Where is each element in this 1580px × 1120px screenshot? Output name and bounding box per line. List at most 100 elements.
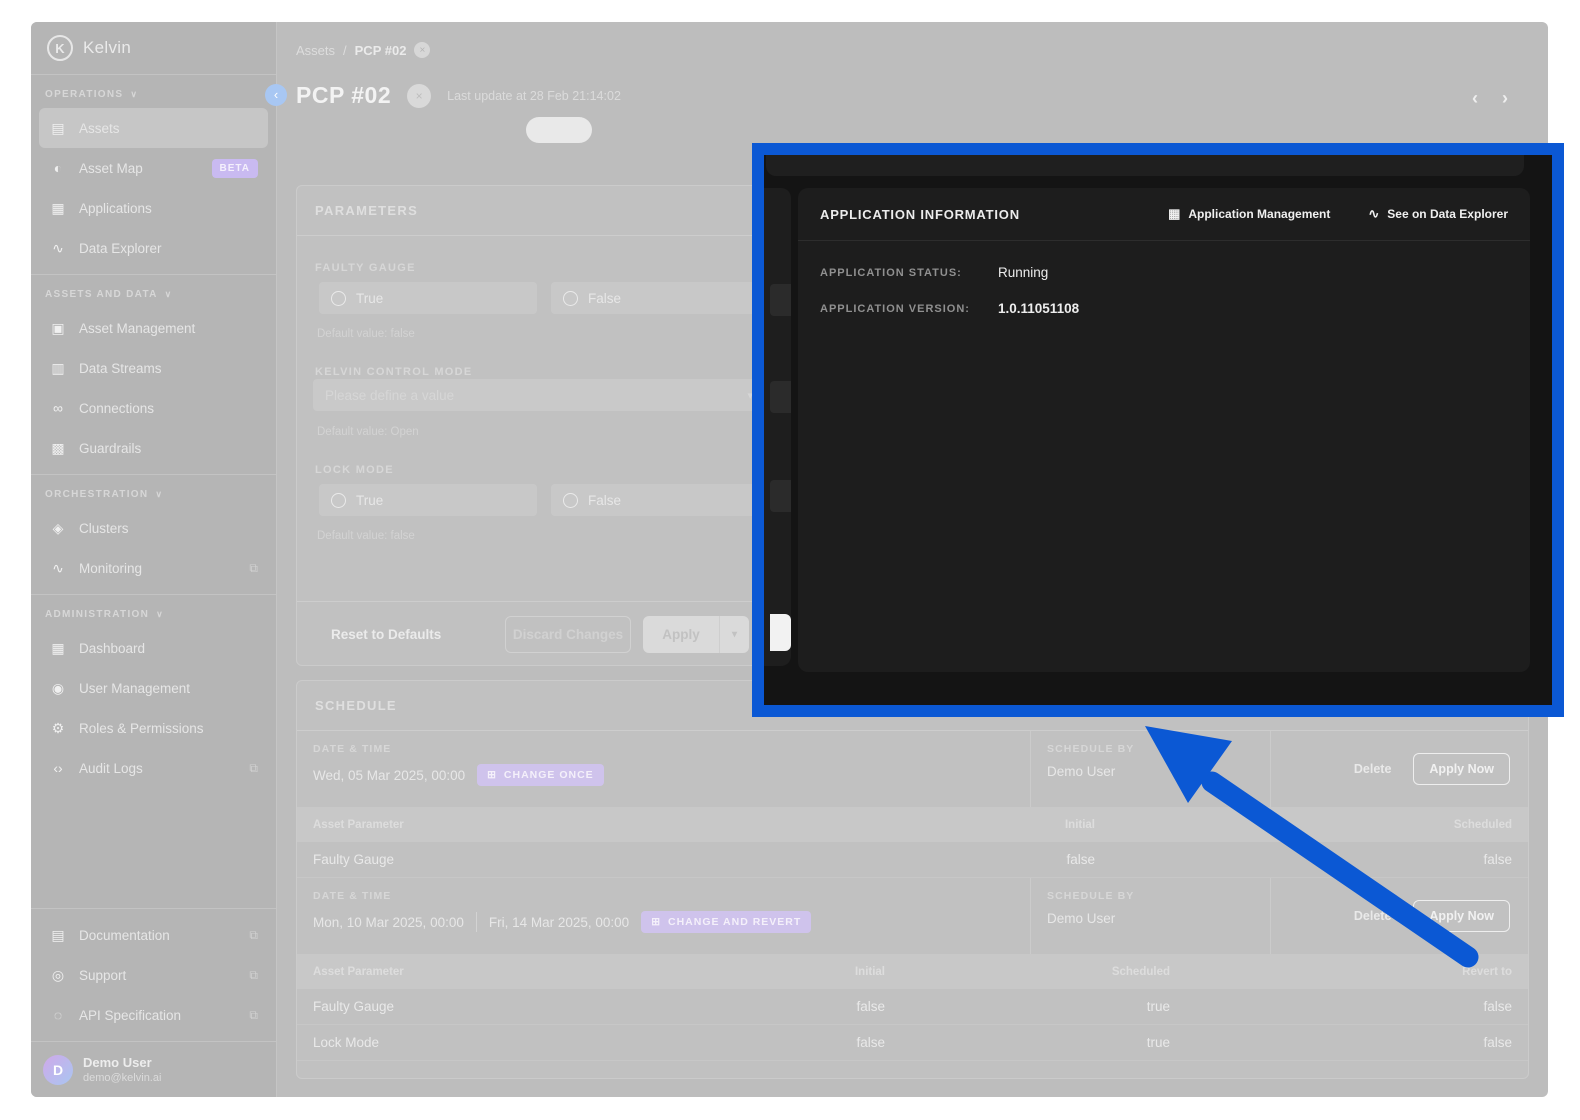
sidebar-item-support[interactable]: ◎ Support ⧉	[39, 955, 268, 995]
nav-section-assets-and-data: ASSETS AND DATA ∨ ▣ Asset Management ▥ D…	[31, 274, 276, 474]
breadcrumb-current[interactable]: PCP #02	[355, 43, 407, 58]
application-information-body: APPLICATION STATUS: Running APPLICATION …	[798, 241, 1530, 361]
column-header: Asset Parameter	[313, 966, 613, 978]
parameters-card: PARAMETERS FAULTY GAUGE True False Defau…	[296, 185, 766, 666]
sidebar-item-label: Assets	[79, 121, 120, 136]
nav-section-orchestration-header[interactable]: ORCHESTRATION ∨	[39, 479, 268, 508]
parameters-card-title: PARAMETERS	[297, 186, 765, 236]
see-on-data-explorer-link[interactable]: ∿ See on Data Explorer	[1368, 206, 1508, 222]
nav-section-operations: OPERATIONS ∨ ▤ Assets ◐ Asset Map BETA ▦…	[31, 75, 276, 274]
sidebar-item-connections[interactable]: ∞ Connections	[39, 388, 268, 428]
external-link-icon: ⧉	[249, 761, 258, 776]
discard-changes-button[interactable]: Discard Changes	[505, 616, 631, 653]
chevron-down-icon: ▾	[719, 616, 749, 653]
date-time-label: DATE & TIME	[313, 743, 1014, 755]
sidebar-item-asset-map[interactable]: ◐ Asset Map BETA	[39, 148, 268, 188]
sidebar-item-applications[interactable]: ▦ Applications	[39, 188, 268, 228]
column-header: Initial	[857, 819, 1095, 831]
next-asset-button[interactable]: ›	[1502, 88, 1508, 109]
user-profile[interactable]: D Demo User demo@kelvin.ai	[31, 1041, 276, 1097]
clipped-select-fragment	[770, 381, 791, 413]
change-and-revert-badge[interactable]: ⊞ CHANGE AND REVERT	[641, 911, 811, 933]
kelvin-logo[interactable]: K Kelvin	[31, 22, 276, 75]
sidebar-item-api-specification[interactable]: ◌ API Specification ⧉	[39, 995, 268, 1035]
sidebar-item-label: Roles & Permissions	[79, 721, 204, 736]
close-icon[interactable]: ×	[407, 84, 431, 108]
sidebar-item-dashboard[interactable]: ▦ Dashboard	[39, 628, 268, 668]
chevron-down-icon: ∨	[165, 289, 173, 300]
cell-parameter: Faulty Gauge	[313, 999, 613, 1014]
breadcrumb: Assets / PCP #02 ×	[296, 42, 430, 58]
sidebar-item-data-explorer[interactable]: ∿ Data Explorer	[39, 228, 268, 268]
roles-permissions-icon: ⚙	[49, 720, 67, 737]
sidebar-item-assets[interactable]: ▤ Assets	[39, 108, 268, 148]
sidebar-item-asset-management[interactable]: ▣ Asset Management	[39, 308, 268, 348]
lock-mode-true-radio[interactable]: True	[319, 484, 537, 516]
monitoring-icon: ∿	[49, 560, 67, 577]
nav-section-orchestration: ORCHESTRATION ∨ ◈ Clusters ∿ Monitoring …	[31, 474, 276, 594]
breadcrumb-root[interactable]: Assets	[296, 43, 335, 58]
external-link-icon: ⧉	[249, 928, 258, 943]
table-row: Lock Mode false true false	[297, 1025, 1528, 1061]
section-label: ORCHESTRATION	[45, 489, 148, 500]
radio-label: True	[356, 493, 383, 508]
sidebar-item-user-management[interactable]: ◉ User Management	[39, 668, 268, 708]
section-label: ASSETS AND DATA	[45, 289, 158, 300]
cell-initial: false	[857, 852, 1095, 867]
lock-mode-default-note: Default value: false	[317, 530, 415, 542]
application-version-row: APPLICATION VERSION: 1.0.11051108	[820, 301, 1508, 316]
lock-mode-false-radio[interactable]: False	[551, 484, 765, 516]
change-once-badge[interactable]: ⊞ CHANGE ONCE	[477, 764, 604, 786]
apply-button[interactable]: Apply ▾	[643, 616, 749, 653]
sidebar-spacer	[31, 794, 276, 908]
prev-asset-button[interactable]: ‹	[1472, 88, 1478, 109]
documentation-icon: ▤	[49, 927, 67, 944]
schedule-date: Wed, 05 Mar 2025, 00:00	[313, 768, 465, 783]
data-streams-icon: ▥	[49, 360, 67, 377]
lock-mode-label: LOCK MODE	[315, 464, 394, 476]
sidebar-item-documentation[interactable]: ▤ Documentation ⧉	[39, 915, 268, 955]
clusters-icon: ◈	[49, 520, 67, 537]
badge-label: CHANGE ONCE	[504, 769, 594, 781]
sidebar-item-label: Dashboard	[79, 641, 145, 656]
cell-parameter: Lock Mode	[313, 1035, 613, 1050]
clipped-radio-fragment	[770, 480, 791, 512]
sidebar-item-roles-permissions[interactable]: ⚙ Roles & Permissions	[39, 708, 268, 748]
sidebar-item-monitoring[interactable]: ∿ Monitoring ⧉	[39, 548, 268, 588]
kelvin-control-mode-select[interactable]: Please define a value ▾	[313, 379, 765, 411]
sidebar-item-label: Documentation	[79, 928, 170, 943]
application-information-title: APPLICATION INFORMATION	[820, 207, 1020, 222]
faulty-gauge-true-radio[interactable]: True	[319, 282, 537, 314]
radio-icon	[563, 291, 578, 306]
sidebar-item-data-streams[interactable]: ▥ Data Streams	[39, 348, 268, 388]
sidebar-item-label: Guardrails	[79, 441, 141, 456]
nav-section-operations-header[interactable]: OPERATIONS ∨	[39, 79, 268, 108]
grid-icon: ▦	[1168, 206, 1180, 222]
faulty-gauge-false-radio[interactable]: False	[551, 282, 765, 314]
radio-label: False	[588, 291, 621, 306]
sidebar-collapse-button[interactable]: ‹	[265, 84, 287, 106]
asset-map-icon: ◐	[49, 160, 67, 176]
cell-revert-to: false	[1170, 1035, 1512, 1050]
schedule-datetime-cell: DATE & TIME Wed, 05 Mar 2025, 00:00 ⊞ CH…	[297, 731, 1030, 807]
sidebar-item-clusters[interactable]: ◈ Clusters	[39, 508, 268, 548]
parameters-footer: Reset to Defaults Discard Changes Apply …	[297, 601, 765, 666]
page-title: PCP #02	[296, 82, 391, 109]
date-time-label: DATE & TIME	[313, 890, 1014, 902]
sidebar-item-label: Clusters	[79, 521, 129, 536]
kelvin-logo-icon: K	[47, 35, 73, 61]
close-icon[interactable]: ×	[414, 42, 430, 58]
column-header: Asset Parameter	[313, 819, 857, 831]
application-status-label: APPLICATION STATUS:	[820, 267, 998, 279]
beta-badge: BETA	[212, 159, 258, 178]
asset-management-icon: ▣	[49, 320, 67, 337]
application-information-header: APPLICATION INFORMATION ▦ Application Ma…	[798, 188, 1530, 241]
sidebar-item-audit-logs[interactable]: ‹› Audit Logs ⧉	[39, 748, 268, 788]
application-management-link[interactable]: ▦ Application Management	[1168, 206, 1330, 222]
nav-section-administration-header[interactable]: ADMINISTRATION ∨	[39, 599, 268, 628]
nav-section-assets-and-data-header[interactable]: ASSETS AND DATA ∨	[39, 279, 268, 308]
reset-to-defaults-button[interactable]: Reset to Defaults	[331, 627, 441, 642]
sidebar-item-label: Data Streams	[79, 361, 162, 376]
sidebar-item-label: Asset Map	[79, 161, 143, 176]
sidebar-item-guardrails[interactable]: ▩ Guardrails	[39, 428, 268, 468]
